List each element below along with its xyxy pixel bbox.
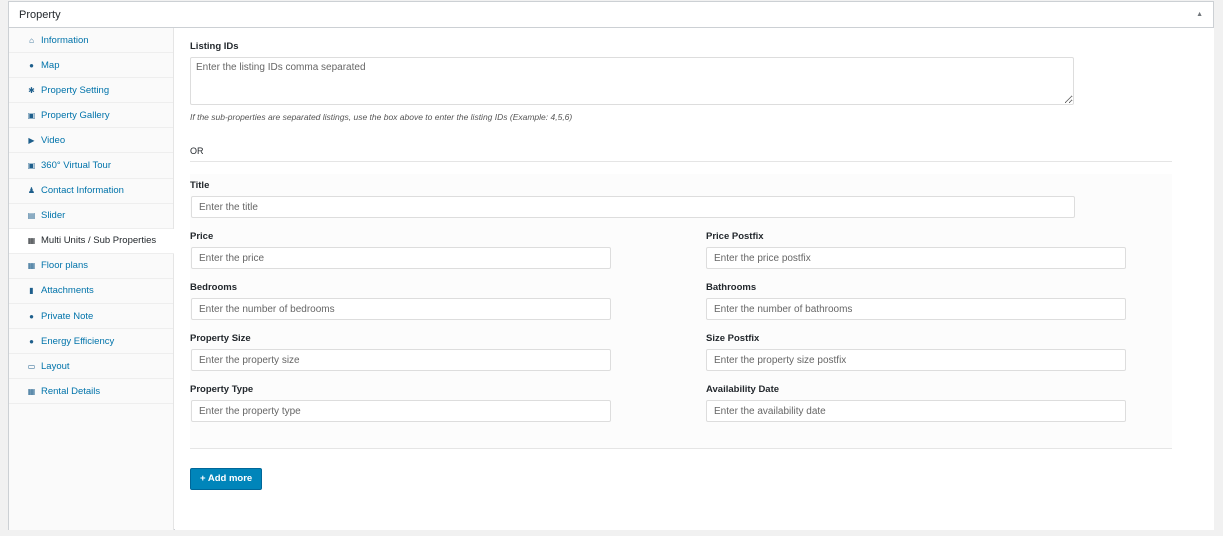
bedrooms-label: Bedrooms: [190, 282, 237, 293]
property-metabox: Property ▲ ⌂ Information ● Map ✱ Property Set…: [8, 1, 1214, 530]
sidebar-item-label: Information: [41, 34, 89, 46]
sidebar-item-label: Multi Units / Sub Properties: [41, 235, 157, 247]
sidebar-item-private-note[interactable]: ● Private Note: [9, 304, 173, 330]
title-label: Title: [190, 180, 210, 191]
sidebar-item-label: Slider: [41, 210, 66, 222]
price-postfix-label: Price Postfix: [706, 231, 764, 242]
price-label: Price: [190, 231, 214, 242]
sidebar-item-label: Private Note: [41, 310, 94, 322]
sidebar-item-label: Property Setting: [41, 84, 110, 96]
price-postfix-input[interactable]: [706, 247, 1126, 269]
sidebar-item-label: Map: [41, 59, 60, 71]
layout-icon: ▭: [27, 361, 36, 371]
sidebar-item-slider[interactable]: ▤ Slider: [9, 204, 173, 229]
sidebar-item-label: Attachments: [41, 285, 94, 297]
price-input[interactable]: [191, 247, 611, 269]
tab-content-multi-units: Listing IDs If the sub-properties are se…: [175, 28, 1186, 530]
listing-ids-label: Listing IDs: [190, 41, 239, 52]
bathrooms-input[interactable]: [706, 298, 1126, 320]
sidebar-item-information[interactable]: ⌂ Information: [9, 28, 173, 54]
sidebar-item-layout[interactable]: ▭ Layout: [9, 354, 173, 380]
availability-date-input[interactable]: [706, 400, 1126, 422]
property-size-label: Property Size: [190, 333, 251, 344]
book-icon: ▮: [29, 286, 34, 296]
video-icon: ▶: [28, 135, 35, 145]
sidebar-item-video[interactable]: ▶ Video: [9, 128, 173, 154]
bulb-icon: ●: [29, 336, 34, 346]
sidebar-item-360-virtual-tour[interactable]: ▣ 360° Virtual Tour: [9, 153, 173, 179]
sidebar-item-label: Contact Information: [41, 185, 124, 197]
sidebar-item-label: Floor plans: [41, 260, 88, 272]
gallery-icon: ▣: [27, 110, 36, 120]
availability-date-label: Availability Date: [706, 384, 780, 395]
home-icon: ⌂: [29, 35, 34, 45]
bedrooms-input[interactable]: [191, 298, 611, 320]
bathrooms-label: Bathrooms: [706, 282, 757, 293]
sidebar-item-map[interactable]: ● Map: [9, 53, 173, 79]
floorplan-icon: ▦: [27, 261, 36, 271]
sidebar-item-energy-efficiency[interactable]: ● Energy Efficiency: [9, 329, 173, 355]
sidebar-item-label: Property Gallery: [41, 109, 110, 121]
property-type-label: Property Type: [190, 384, 254, 395]
sidebar-item-floor-plans[interactable]: ▦ Floor plans: [9, 254, 173, 279]
slider-icon: ▤: [27, 211, 36, 221]
map-pin-icon: ●: [29, 60, 34, 70]
sidebar-tabs: ⌂ Information ● Map ✱ Property Setting ▣ Proper…: [9, 28, 174, 530]
title-input[interactable]: [191, 196, 1075, 218]
pin-icon: ●: [29, 311, 34, 321]
metabox-title: Property: [19, 8, 61, 21]
sidebar-item-multi-units-sub-properties[interactable]: ▦ Multi Units / Sub Properties: [9, 228, 174, 254]
sidebar-item-label: Layout: [41, 360, 70, 372]
sidebar-item-contact-information[interactable]: ♟ Contact Information: [9, 179, 173, 204]
metabox-header: Property ▲: [9, 2, 1213, 28]
collapse-toggle-icon[interactable]: ▲: [1196, 11, 1203, 18]
sidebar-item-attachments[interactable]: ▮ Attachments: [9, 279, 173, 305]
sidebar-item-label: 360° Virtual Tour: [41, 160, 111, 172]
sidebar-item-label: Rental Details: [41, 385, 101, 397]
sidebar-item-property-gallery[interactable]: ▣ Property Gallery: [9, 103, 173, 129]
sidebar-item-label: Video: [41, 134, 66, 146]
table-icon: ▦: [27, 386, 36, 396]
property-size-input[interactable]: [191, 349, 611, 371]
sidebar-item-rental-details[interactable]: ▦ Rental Details: [9, 379, 173, 405]
size-postfix-label: Size Postfix: [706, 333, 760, 344]
user-icon: ♟: [27, 186, 36, 196]
gear-icon: ✱: [28, 85, 35, 95]
building-icon: ▦: [27, 236, 36, 246]
listing-ids-textarea[interactable]: [190, 57, 1074, 105]
sidebar-item-property-setting[interactable]: ✱ Property Setting: [9, 78, 173, 104]
sidebar-item-label: Energy Efficiency: [41, 335, 115, 347]
divider: [190, 161, 1172, 162]
listing-ids-help-text: If the sub-properties are separated list…: [190, 112, 573, 122]
divider: [190, 448, 1172, 449]
size-postfix-input[interactable]: [706, 349, 1126, 371]
add-more-button[interactable]: + Add more: [190, 468, 263, 490]
or-separator-text: OR: [190, 146, 204, 156]
property-type-input[interactable]: [191, 400, 611, 422]
virtual-tour-icon: ▣: [27, 161, 36, 171]
content-right-gutter: [1186, 28, 1214, 530]
